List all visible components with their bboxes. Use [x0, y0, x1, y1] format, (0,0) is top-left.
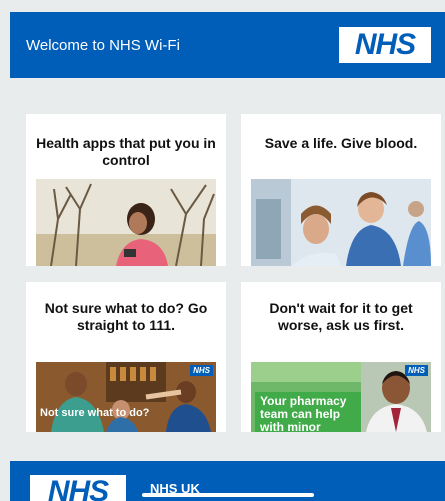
- card-nhs-111[interactable]: Not sure what to do? Go straight to 111.…: [26, 282, 226, 432]
- nhs-logo-text: NHS: [354, 28, 416, 61]
- card-image-111: Not sure what to do? NHS: [36, 362, 216, 432]
- card-health-apps[interactable]: Health apps that put you in control: [26, 114, 226, 266]
- card-title: Don't wait for it to get worse, ask us f…: [269, 300, 413, 333]
- card-title: Save a life. Give blood.: [264, 135, 418, 151]
- pharmacy-caption: Your pharmacy team can help with minor: [255, 392, 361, 432]
- card-image-pharmacist: Your pharmacy team can help with minor N…: [251, 362, 431, 432]
- card-pharmacy[interactable]: Don't wait for it to get worse, ask us f…: [241, 282, 441, 432]
- card-give-blood[interactable]: Save a life. Give blood.: [241, 114, 441, 266]
- footer-nhs-logo: NHS: [30, 475, 126, 501]
- nhs-badge: NHS: [405, 365, 428, 376]
- footer: NHS NHS UK: [10, 461, 445, 501]
- image-caption: Not sure what to do?: [40, 407, 150, 419]
- card-title: Health apps that put you in control: [36, 135, 216, 168]
- nhs-badge: NHS: [190, 365, 213, 376]
- page-title: Welcome to NHS Wi-Fi: [26, 36, 180, 54]
- nhs-logo: NHS: [339, 27, 431, 63]
- card-image-woman-phone: [36, 179, 216, 266]
- home-indicator[interactable]: [142, 493, 314, 497]
- footer-logo-text: NHS: [47, 475, 109, 501]
- card-image-nurse-donor: [251, 179, 431, 266]
- card-title: Not sure what to do? Go straight to 111.: [44, 300, 208, 333]
- header-banner: Welcome to NHS Wi-Fi NHS: [10, 12, 445, 78]
